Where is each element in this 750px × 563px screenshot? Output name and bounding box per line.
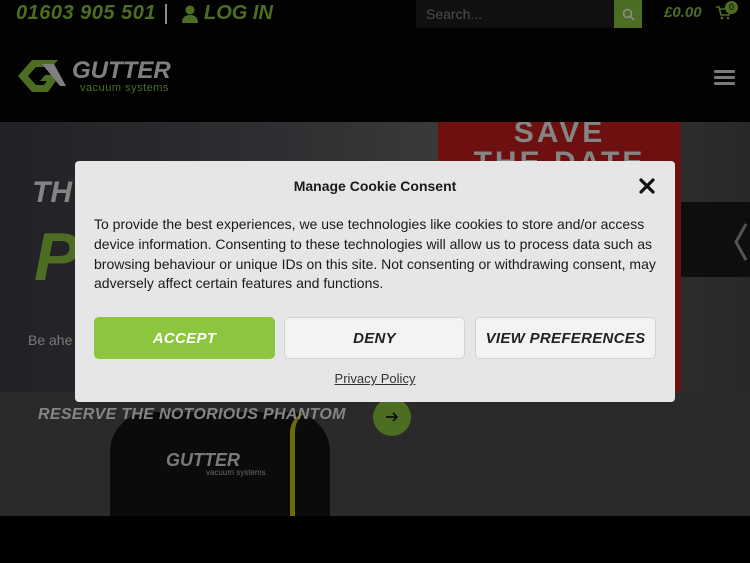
- close-icon[interactable]: [637, 176, 657, 196]
- modal-title: Manage Cookie Consent: [293, 178, 457, 194]
- modal-body-text: To provide the best experiences, we use …: [94, 216, 656, 292]
- view-preferences-button[interactable]: VIEW PREFERENCES: [475, 317, 656, 359]
- deny-button[interactable]: DENY: [284, 317, 465, 359]
- cookie-consent-modal: Manage Cookie Consent To provide the bes…: [75, 161, 675, 402]
- accept-button[interactable]: ACCEPT: [94, 317, 275, 359]
- privacy-policy-link[interactable]: Privacy Policy: [75, 371, 675, 386]
